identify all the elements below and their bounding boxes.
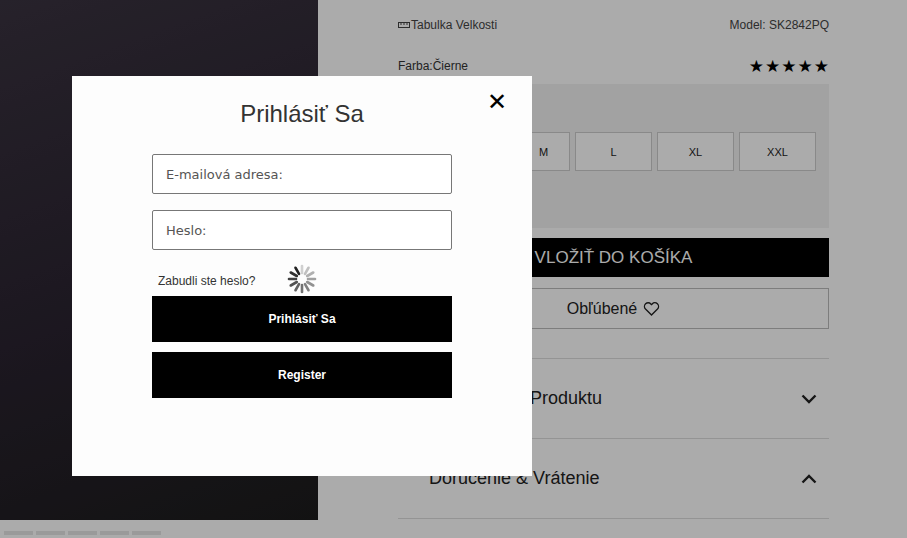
spinner-icon <box>285 262 319 296</box>
email-field[interactable] <box>152 154 452 194</box>
password-field[interactable] <box>152 210 452 250</box>
login-button[interactable]: Prihlásiť Sa <box>152 296 452 342</box>
login-modal: ✕ Prihlásiť Sa Zabudli ste heslo? Prihlásiť… <box>72 76 532 476</box>
register-button[interactable]: Register <box>152 352 452 398</box>
login-form: Zabudli ste heslo? Prihlásiť Sa Register <box>152 154 452 398</box>
forgot-password-link[interactable]: Zabudli ste heslo? <box>152 270 285 288</box>
product-page: Tabulka VelkostiModel: SK2842PQFarba:Čie… <box>0 0 907 538</box>
forgot-row: Zabudli ste heslo? <box>152 262 452 296</box>
close-button[interactable]: ✕ <box>487 88 507 116</box>
modal-title: Prihlásiť Sa <box>240 100 364 128</box>
